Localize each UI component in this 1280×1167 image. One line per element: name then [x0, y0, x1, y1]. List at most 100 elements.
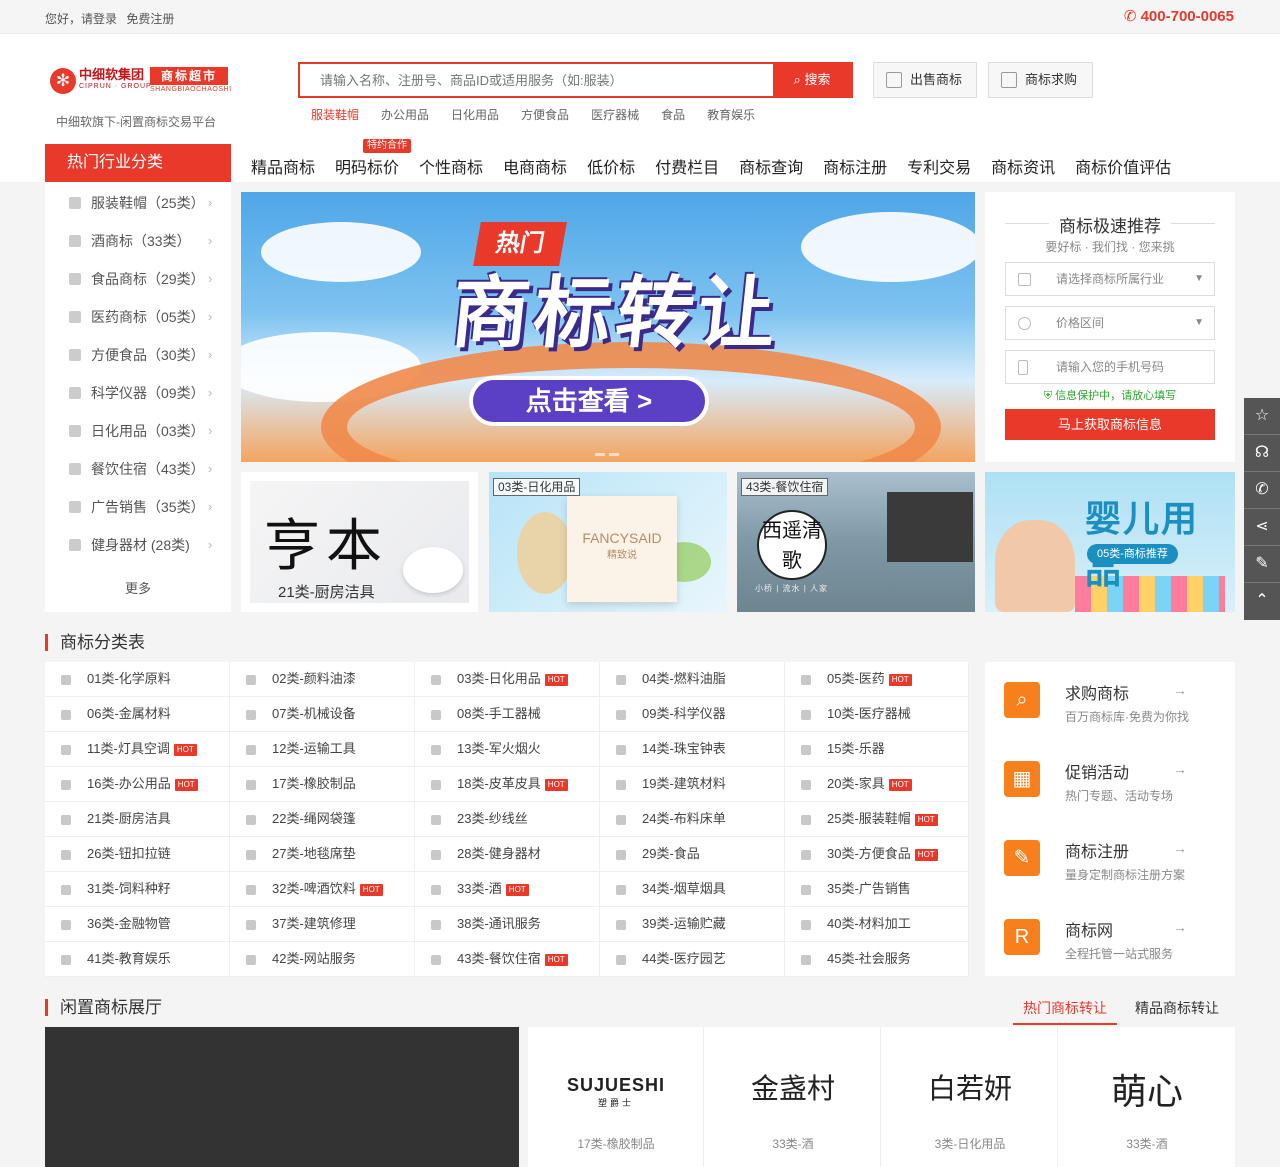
nav-item[interactable]: 电商商标: [503, 160, 567, 177]
login-link[interactable]: 您好，请登录: [45, 12, 117, 26]
hot-keyword[interactable]: 办公用品: [381, 108, 429, 122]
class-cell[interactable]: 41类-教育娱乐: [45, 942, 230, 977]
nav-item[interactable]: 商标价值评估: [1075, 160, 1171, 177]
class-cell[interactable]: 42类-网站服务: [230, 942, 415, 977]
class-cell[interactable]: 29类-食品: [600, 837, 785, 872]
class-cell[interactable]: 27类-地毯席垫: [230, 837, 415, 872]
class-cell[interactable]: 25类-服装鞋帽 HOT: [785, 802, 969, 837]
class-cell[interactable]: 33类-酒 HOT: [415, 872, 600, 907]
up-arrow-icon[interactable]: ⌃: [1244, 583, 1280, 620]
edit-icon[interactable]: ✎: [1244, 546, 1280, 583]
sell-trademark-button[interactable]: 出售商标: [873, 62, 977, 98]
class-cell[interactable]: 04类-燃料油脂: [600, 662, 785, 697]
class-cell[interactable]: 11类-灯具空调 HOT: [45, 732, 230, 767]
nav-item[interactable]: 付费栏目: [655, 160, 719, 177]
class-cell[interactable]: 37类-建筑修理: [230, 907, 415, 942]
headset-icon[interactable]: ☊: [1244, 435, 1280, 472]
hot-keyword[interactable]: 医疗器械: [591, 108, 639, 122]
tab-premium-transfer[interactable]: 精品商标转让: [1125, 998, 1229, 1023]
hall-feature-image[interactable]: [45, 1027, 519, 1167]
service-item[interactable]: R 商标网 → 全程托管一站式服务: [985, 899, 1235, 977]
nav-item[interactable]: 个性商标: [419, 160, 483, 177]
class-cell[interactable]: 21类-厨房洁具: [45, 802, 230, 837]
class-cell[interactable]: 05类-医药 HOT: [785, 662, 969, 697]
class-cell[interactable]: 17类-橡胶制品: [230, 767, 415, 802]
category-item[interactable]: 科学仪器（09类） ›: [45, 374, 231, 412]
category-title[interactable]: 热门行业分类: [45, 144, 231, 182]
promo-tile[interactable]: 西遥清歌 小桥 | 流水 | 人家 43类-餐饮住宿: [737, 472, 975, 612]
class-cell[interactable]: 01类-化学原料: [45, 662, 230, 697]
hot-keyword[interactable]: 日化用品: [451, 108, 499, 122]
category-more-link[interactable]: 更多: [45, 578, 231, 597]
class-cell[interactable]: 35类-广告销售: [785, 872, 969, 907]
trademark-card[interactable]: SUJUESHI 塑爵士 17类-橡胶制品: [528, 1027, 704, 1167]
class-cell[interactable]: 40类-材料加工: [785, 907, 969, 942]
nav-item[interactable]: 低价标: [587, 160, 635, 177]
nav-item[interactable]: 专利交易: [907, 160, 971, 177]
class-cell[interactable]: 26类-钮扣拉链: [45, 837, 230, 872]
buy-trademark-button[interactable]: 商标求购: [988, 62, 1093, 98]
promo-tile[interactable]: FANCYSAID 精致说 03类-日化用品: [489, 472, 727, 612]
promo-tile[interactable]: 亨本 21类-厨房洁具: [241, 472, 478, 612]
price-select[interactable]: 价格区间 ▼: [1005, 306, 1215, 340]
banner-cta-button[interactable]: 点击查看 >: [469, 376, 709, 426]
carousel-dot[interactable]: [595, 453, 605, 456]
class-cell[interactable]: 03类-日化用品 HOT: [415, 662, 600, 697]
nav-item[interactable]: 精品商标: [251, 160, 315, 177]
search-input[interactable]: [300, 64, 773, 96]
category-item[interactable]: 方便食品（30类） ›: [45, 336, 231, 374]
class-cell[interactable]: 18类-皮革皮具 HOT: [415, 767, 600, 802]
class-cell[interactable]: 12类-运输工具: [230, 732, 415, 767]
class-cell[interactable]: 32类-啤酒饮料 HOT: [230, 872, 415, 907]
category-item[interactable]: 广告销售（35类） ›: [45, 488, 231, 526]
class-cell[interactable]: 20类-家具 HOT: [785, 767, 969, 802]
service-item[interactable]: ✎ 商标注册 → 量身定制商标注册方案: [985, 820, 1235, 898]
class-cell[interactable]: 39类-运输贮藏: [600, 907, 785, 942]
category-item[interactable]: 日化用品（03类） ›: [45, 412, 231, 450]
star-icon[interactable]: ☆: [1244, 398, 1280, 435]
promo-tile[interactable]: 婴儿用品 05类-商标推荐: [985, 472, 1235, 612]
class-cell[interactable]: 45类-社会服务: [785, 942, 969, 977]
class-cell[interactable]: 19类-建筑材料: [600, 767, 785, 802]
category-item[interactable]: 服装鞋帽（25类） ›: [45, 184, 231, 222]
class-cell[interactable]: 36类-金融物管: [45, 907, 230, 942]
class-cell[interactable]: 31类-饲料种籽: [45, 872, 230, 907]
service-item[interactable]: ▦ 促销活动 → 热门专题、活动专场: [985, 741, 1235, 819]
category-item[interactable]: 食品商标（29类） ›: [45, 260, 231, 298]
hero-banner[interactable]: 热门 商标转让 点击查看 >: [241, 192, 975, 462]
hot-keyword[interactable]: 食品: [661, 108, 685, 122]
class-cell[interactable]: 02类-颜料油漆: [230, 662, 415, 697]
class-cell[interactable]: 10类-医疗器械: [785, 697, 969, 732]
hot-keyword[interactable]: 方便食品: [521, 108, 569, 122]
class-cell[interactable]: 44类-医疗园艺: [600, 942, 785, 977]
nav-item[interactable]: 商标查询: [739, 160, 803, 177]
nav-item[interactable]: 商标注册: [823, 160, 887, 177]
class-cell[interactable]: 06类-金属材料: [45, 697, 230, 732]
class-cell[interactable]: 16类-办公用品 HOT: [45, 767, 230, 802]
tab-hot-transfer[interactable]: 热门商标转让: [1013, 998, 1117, 1025]
class-cell[interactable]: 30类-方便食品 HOT: [785, 837, 969, 872]
class-cell[interactable]: 28类-健身器材: [415, 837, 600, 872]
search-button[interactable]: ⌕ 搜索: [773, 64, 851, 96]
phone-icon[interactable]: ✆: [1244, 472, 1280, 509]
class-cell[interactable]: 38类-通讯服务: [415, 907, 600, 942]
category-item[interactable]: 医药商标（05类） ›: [45, 298, 231, 336]
get-info-button[interactable]: 马上获取商标信息: [1005, 409, 1215, 440]
industry-select[interactable]: 请选择商标所属行业 ▼: [1005, 262, 1215, 296]
hot-keyword[interactable]: 教育娱乐: [707, 108, 755, 122]
hot-keyword[interactable]: 服装鞋帽: [311, 108, 359, 122]
carousel-dot[interactable]: [609, 453, 619, 456]
register-link[interactable]: 免费注册: [126, 12, 174, 26]
class-cell[interactable]: 15类-乐器: [785, 732, 969, 767]
class-cell[interactable]: 14类-珠宝钟表: [600, 732, 785, 767]
trademark-card[interactable]: 金盏村 33类-酒: [705, 1027, 881, 1167]
category-item[interactable]: 餐饮住宿（43类） ›: [45, 450, 231, 488]
share-icon[interactable]: ⋖: [1244, 509, 1280, 546]
class-cell[interactable]: 34类-烟草烟具: [600, 872, 785, 907]
class-cell[interactable]: 24类-布料床单: [600, 802, 785, 837]
class-cell[interactable]: 43类-餐饮住宿 HOT: [415, 942, 600, 977]
class-cell[interactable]: 23类-纱线丝: [415, 802, 600, 837]
service-item[interactable]: ⌕ 求购商标 → 百万商标库·免费为你找: [985, 662, 1235, 740]
carousel-dots[interactable]: [595, 444, 623, 459]
class-cell[interactable]: 07类-机械设备: [230, 697, 415, 732]
